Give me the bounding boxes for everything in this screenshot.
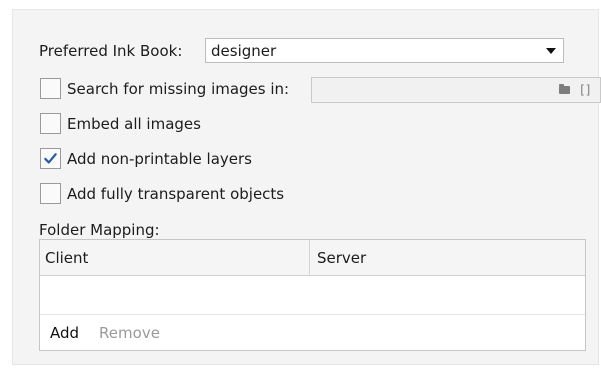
table-header: Client Server: [40, 240, 585, 276]
chevron-down-icon: [546, 48, 556, 54]
folder-icon[interactable]: [559, 84, 570, 94]
non-printable-row: Add non-printable layers: [40, 148, 252, 169]
folder-mapping-table: Client Server Add Remove: [39, 239, 586, 351]
transparent-row: Add fully transparent objects: [40, 183, 284, 204]
print-settings-panel: Preferred Ink Book: designer Search for …: [12, 9, 601, 365]
non-printable-label: Add non-printable layers: [67, 149, 252, 168]
ink-book-value: designer: [211, 41, 277, 60]
column-header-client[interactable]: Client: [45, 249, 88, 267]
search-missing-row: Search for missing images in:: [40, 78, 289, 99]
folder-mapping-heading-row: Folder Mapping:: [39, 221, 160, 239]
missing-images-path-field[interactable]: []: [311, 77, 601, 103]
search-missing-checkbox[interactable]: [40, 78, 61, 99]
brackets-icon[interactable]: []: [579, 83, 592, 97]
ink-book-select[interactable]: designer: [205, 38, 564, 63]
ink-book-label: Preferred Ink Book:: [39, 42, 183, 60]
embed-all-label: Embed all images: [67, 114, 201, 133]
table-body[interactable]: [40, 276, 585, 316]
search-missing-label: Search for missing images in:: [67, 79, 290, 98]
transparent-label: Add fully transparent objects: [67, 184, 285, 203]
add-button[interactable]: Add: [50, 324, 79, 342]
transparent-checkbox[interactable]: [40, 183, 61, 204]
column-header-server[interactable]: Server: [317, 249, 366, 267]
embed-all-row: Embed all images: [40, 113, 201, 134]
checkmark-icon: [44, 153, 57, 164]
column-divider[interactable]: [309, 240, 310, 276]
remove-button[interactable]: Remove: [99, 324, 160, 342]
embed-all-checkbox[interactable]: [40, 113, 61, 134]
table-footer: Add Remove: [40, 314, 585, 350]
folder-mapping-label: Folder Mapping:: [39, 221, 160, 239]
ink-book-row: Preferred Ink Book:: [39, 42, 182, 60]
non-printable-checkbox[interactable]: [40, 148, 61, 169]
